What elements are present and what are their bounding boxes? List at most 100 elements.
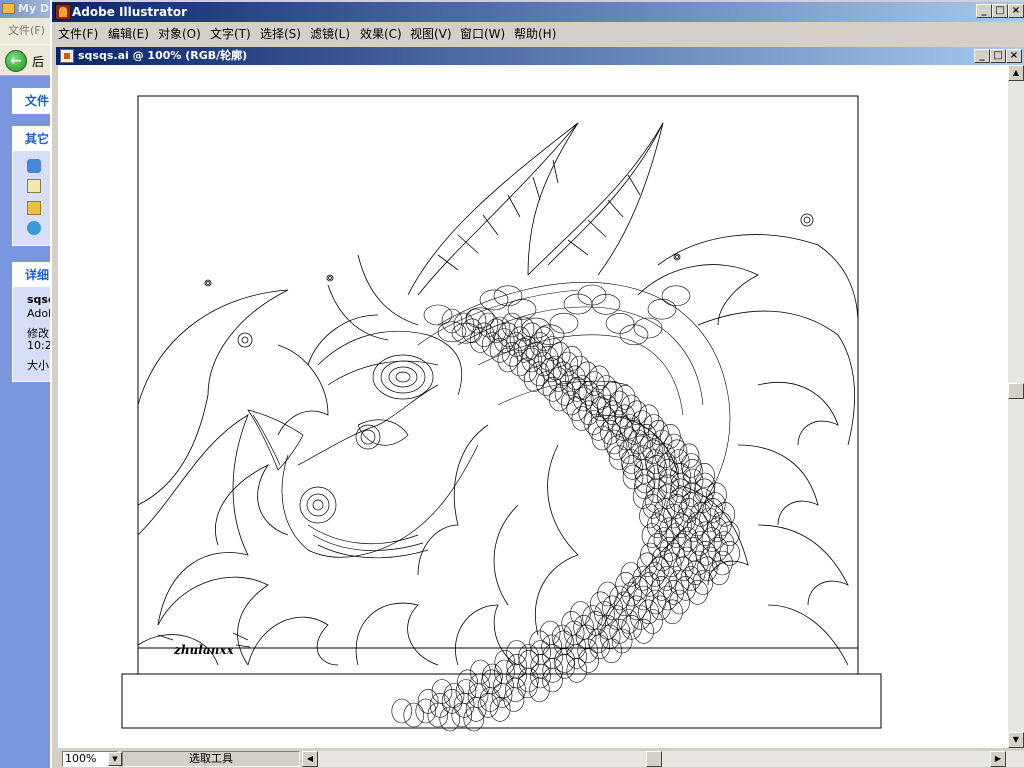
- network-icon[interactable]: [27, 221, 41, 235]
- scale-outline: [427, 702, 449, 728]
- scale-outline: [601, 638, 623, 664]
- artboard-canvas[interactable]: × zhulanxx: [58, 65, 1008, 748]
- app-minimize-button[interactable]: _: [976, 4, 992, 18]
- explorer-window[interactable]: My D 文件(F) ← 后 文件 其它 详细 sqsc Adob 修改 10:…: [0, 0, 56, 768]
- detail-time: 10:2: [27, 339, 52, 352]
- scale-outline: [595, 375, 617, 400]
- flame-outlines: [137, 234, 859, 666]
- detail-size: 大小: [27, 359, 49, 372]
- zoom-dropdown-arrow-icon[interactable]: ▼: [108, 752, 122, 766]
- document-window[interactable]: sqsqs.ai @ 100% (RGB/轮廓) _ □ × × zhulanx…: [54, 46, 1024, 768]
- scale-outline: [662, 599, 683, 625]
- menu-file[interactable]: 文件(F): [58, 25, 98, 42]
- scale-outline: [620, 562, 642, 587]
- scale-outline: [620, 449, 642, 474]
- artist-signature: zhulanxx: [157, 632, 251, 657]
- menu-window[interactable]: 窗口(W): [460, 25, 505, 42]
- doc-minimize-button[interactable]: _: [974, 49, 990, 63]
- document-titlebar[interactable]: sqsqs.ai @ 100% (RGB/轮廓) _ □ ×: [56, 47, 1024, 65]
- menu-object[interactable]: 对象(O): [158, 25, 201, 42]
- scale-outline: [403, 702, 425, 728]
- scroll-left-arrow-icon[interactable]: ◀: [302, 751, 318, 767]
- computer-icon[interactable]: [27, 159, 41, 173]
- mane-swirl: [605, 313, 635, 334]
- scale-outline: [670, 462, 691, 488]
- menu-type[interactable]: 文字(T): [210, 25, 251, 42]
- explorer-menu-file[interactable]: 文件(F): [8, 24, 45, 37]
- scale-outline: [594, 601, 615, 626]
- back-arrow-icon[interactable]: ←: [5, 50, 27, 72]
- scale-outline: [633, 618, 655, 644]
- menu-view[interactable]: 视图(V): [410, 25, 452, 42]
- document-icon[interactable]: [60, 49, 74, 63]
- current-tool-field[interactable]: 选取工具 ▶: [122, 751, 357, 767]
- dragon-mane-and-body: [391, 282, 741, 732]
- scale-outline: [642, 609, 663, 634]
- menu-select[interactable]: 选择(S): [260, 25, 301, 42]
- desktop: My D 文件(F) ← 后 文件 其它 详细 sqsc Adob 修改 10:…: [0, 0, 1024, 768]
- explorer-title: My D: [18, 2, 50, 15]
- menu-help[interactable]: 帮助(H): [514, 25, 556, 42]
- illustrator-app-icon[interactable]: [55, 4, 71, 20]
- scale-outline: [611, 628, 633, 654]
- small-circle-markers: [204, 213, 814, 348]
- scroll-right-arrow-icon[interactable]: ▶: [990, 751, 1006, 767]
- scale-outline: [391, 698, 413, 724]
- folder-icon: [2, 3, 15, 14]
- scale-outline: [666, 439, 688, 465]
- scale-outline: [463, 706, 485, 732]
- artboard-border: [137, 95, 859, 675]
- scroll-up-arrow-icon[interactable]: ▲: [1008, 65, 1024, 81]
- vertical-scrollbar[interactable]: ▲ ▼: [1008, 65, 1024, 748]
- scale-outline: [630, 605, 651, 630]
- app-maximize-button[interactable]: □: [992, 4, 1008, 18]
- current-tool-value: 选取工具: [189, 752, 233, 765]
- horizontal-scrollbar[interactable]: ◀ ▶: [302, 751, 1024, 767]
- doc-maximize-button[interactable]: □: [990, 49, 1006, 63]
- folder-icon[interactable]: [27, 201, 41, 215]
- scale-outline: [451, 702, 473, 728]
- scale-outline: [675, 575, 697, 601]
- explorer-titlebar[interactable]: My D: [0, 0, 56, 18]
- scale-outline: [415, 698, 437, 724]
- dragon-scales: [391, 284, 741, 732]
- scale-outline: [465, 696, 487, 722]
- scroll-down-arrow-icon[interactable]: ▼: [1008, 732, 1024, 748]
- app-close-button[interactable]: ×: [1008, 4, 1024, 18]
- scale-outline: [578, 400, 600, 426]
- scale-outline: [516, 357, 538, 383]
- scale-outline: [597, 614, 619, 640]
- status-bar: 100% ▼ 选取工具 ▶ ◀ ▶: [58, 749, 1024, 767]
- scale-outline: [658, 458, 679, 484]
- menu-filter[interactable]: 滤镜(L): [310, 25, 350, 42]
- back-button-label[interactable]: 后: [32, 53, 44, 70]
- zoom-level-field[interactable]: 100% ▼: [62, 751, 122, 767]
- doc-close-button[interactable]: ×: [1006, 49, 1022, 63]
- menu-edit[interactable]: 编辑(E): [108, 25, 149, 42]
- app-titlebar[interactable]: Adobe Illustrator _ □ ×: [52, 2, 1024, 22]
- scale-outline: [535, 371, 557, 396]
- scale-outline: [571, 406, 593, 431]
- illustrator-window[interactable]: Adobe Illustrator _ □ × 文件(F) 编辑(E) 对象(O…: [50, 0, 1024, 768]
- scale-outline: [528, 361, 550, 387]
- scale-outline: [439, 706, 461, 732]
- menu-effect[interactable]: 效果(C): [360, 25, 402, 42]
- scale-outline: [618, 609, 639, 634]
- scale-outline: [687, 579, 709, 605]
- scale-outline: [638, 599, 659, 625]
- scale-outline: [561, 610, 583, 636]
- document-title: sqsqs.ai @ 100% (RGB/轮廓): [78, 49, 248, 62]
- scale-outline: [429, 692, 451, 718]
- scale-outline: [417, 688, 439, 714]
- horizontal-scroll-thumb[interactable]: [646, 751, 662, 767]
- app-title: Adobe Illustrator: [72, 5, 188, 19]
- scale-outline: [570, 601, 591, 626]
- scale-outline: [554, 648, 575, 673]
- dragon-outline-artwork[interactable]: × zhulanxx: [58, 65, 1008, 748]
- mane-swirl: [549, 312, 579, 334]
- dragon-horns: [407, 122, 664, 296]
- documents-icon[interactable]: [27, 179, 41, 193]
- scale-outline: [606, 435, 628, 461]
- scale-outline: [621, 614, 643, 640]
- vertical-scroll-thumb[interactable]: [1008, 383, 1024, 399]
